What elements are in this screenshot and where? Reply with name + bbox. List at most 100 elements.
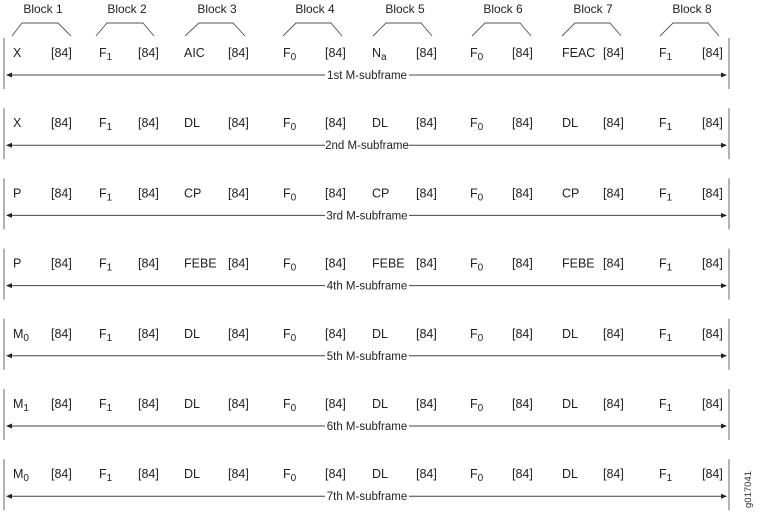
overhead-bit-label: F1	[99, 186, 113, 203]
overhead-bit-label: FEBE	[372, 257, 405, 271]
overhead-bit-label: F0	[283, 257, 297, 274]
payload-bits-label: [84]	[51, 327, 72, 341]
overhead-bit-subscript: 0	[23, 333, 29, 344]
payload-bits-label: [84]	[138, 467, 159, 481]
payload-bits-label: [84]	[416, 46, 437, 60]
overhead-bit-label: F0	[470, 116, 484, 133]
overhead-bit-subscript: 1	[107, 333, 113, 344]
subframe-label: 2nd M-subframe	[325, 140, 409, 152]
overhead-bit-label: X	[13, 46, 22, 60]
overhead-bit-subscript: 1	[107, 473, 113, 484]
overhead-bit-base: AIC	[184, 46, 205, 60]
overhead-bit-label: F0	[283, 327, 297, 344]
block-label: Block 6	[483, 2, 523, 16]
overhead-bit-label: DL	[184, 116, 200, 130]
block-label: Block 3	[197, 2, 237, 16]
payload-bits-label: [84]	[603, 257, 624, 271]
overhead-bit-label: X	[13, 116, 22, 130]
overhead-bit-label: F1	[99, 46, 113, 63]
payload-bits-label: [84]	[228, 467, 249, 481]
payload-bits-label: [84]	[325, 186, 346, 200]
overhead-bit-label: CP	[562, 186, 579, 200]
overhead-bit-base: DL	[562, 327, 578, 341]
overhead-bit-base: FEBE	[372, 257, 405, 271]
overhead-bit-subscript: 1	[667, 403, 673, 414]
arrowhead-right-icon	[721, 142, 727, 148]
payload-bits-label: [84]	[138, 327, 159, 341]
m-frame-diagram: Block 1 Block 2 Block 3 Block 4 Block 5 Block…	[3, 2, 754, 511]
subframe-label: 5th M-subframe	[327, 351, 408, 363]
overhead-bit-subscript: 0	[478, 333, 484, 344]
payload-bits-label: [84]	[702, 46, 723, 60]
overhead-bit-subscript: 0	[478, 52, 484, 63]
overhead-bit-base: FEAC	[562, 46, 595, 60]
overhead-bit-subscript: 1	[107, 192, 113, 203]
payload-bits-label: [84]	[416, 116, 437, 130]
payload-bits-label: [84]	[51, 186, 72, 200]
block-label: Block 5	[385, 2, 425, 16]
overhead-bit-base: CP	[562, 186, 579, 200]
overhead-bit-subscript: 1	[667, 192, 673, 203]
overhead-bit-base: DL	[372, 116, 388, 130]
block-label: Block 2	[107, 2, 147, 16]
overhead-bit-label: AIC	[184, 46, 205, 60]
payload-bits-label: [84]	[138, 186, 159, 200]
overhead-bit-label: F1	[659, 467, 673, 484]
payload-bits-label: [84]	[603, 186, 624, 200]
overhead-bit-base: M	[13, 327, 23, 341]
overhead-bit-subscript: 0	[291, 263, 297, 274]
overhead-bit-label: F0	[470, 257, 484, 274]
payload-bits-label: [84]	[416, 397, 437, 411]
arrowhead-right-icon	[721, 212, 727, 218]
overhead-bit-label: DL	[184, 397, 200, 411]
overhead-bit-subscript: 0	[291, 473, 297, 484]
overhead-bit-subscript: 0	[478, 473, 484, 484]
block-label: Block 1	[23, 2, 63, 16]
overhead-bit-subscript: 1	[667, 52, 673, 63]
payload-bits-label: [84]	[702, 467, 723, 481]
subframe-label: 4th M-subframe	[327, 281, 408, 293]
overhead-bit-base: DL	[184, 116, 200, 130]
arrowhead-right-icon	[721, 493, 727, 499]
payload-bits-label: [84]	[51, 46, 72, 60]
payload-bits-label: [84]	[702, 186, 723, 200]
overhead-bit-label: F0	[283, 397, 297, 414]
subframe-row: X [84] F1 [84] DL [84] F0 [84] DL [84] F0 [84] DL [84…	[3, 108, 730, 160]
block-bracket	[282, 22, 343, 37]
overhead-bit-base: X	[13, 116, 22, 130]
payload-bits-label: [84]	[325, 116, 346, 130]
block-bracket	[471, 22, 532, 37]
overhead-bit-label: F1	[659, 327, 673, 344]
payload-bits-label: [84]	[325, 397, 346, 411]
overhead-bit-label: DL	[184, 467, 200, 481]
overhead-bit-label: F1	[659, 116, 673, 133]
payload-bits-label: [84]	[603, 116, 624, 130]
overhead-bit-subscript: 1	[107, 403, 113, 414]
overhead-bit-label: DL	[562, 327, 578, 341]
overhead-bit-subscript: 0	[23, 473, 29, 484]
block-bracket	[372, 22, 433, 37]
overhead-bit-label: DL	[562, 397, 578, 411]
overhead-bit-label: F1	[659, 397, 673, 414]
block-bracket	[95, 22, 155, 37]
overhead-bit-subscript: 0	[478, 263, 484, 274]
overhead-bit-base: DL	[372, 327, 388, 341]
payload-bits-label: [84]	[51, 467, 72, 481]
overhead-bit-label: F0	[470, 467, 484, 484]
payload-bits-label: [84]	[416, 186, 437, 200]
overhead-bit-label: DL	[372, 397, 388, 411]
payload-bits-label: [84]	[228, 397, 249, 411]
overhead-bit-label: F1	[99, 467, 113, 484]
overhead-bit-base: DL	[372, 467, 388, 481]
payload-bits-label: [84]	[325, 327, 346, 341]
overhead-bit-base: FEBE	[562, 257, 595, 271]
overhead-bit-subscript: 1	[667, 333, 673, 344]
overhead-bit-label: F0	[283, 467, 297, 484]
subframe-label: 1st M-subframe	[327, 70, 407, 82]
payload-bits-label: [84]	[228, 327, 249, 341]
payload-bits-label: [84]	[512, 116, 533, 130]
subframe-row: M1 [84] F1 [84] DL [84] F0 [84] DL [84] F0 [84] DL [8…	[3, 389, 730, 440]
payload-bits-label: [84]	[325, 46, 346, 60]
block-bracket	[561, 22, 622, 37]
payload-bits-label: [84]	[228, 257, 249, 271]
